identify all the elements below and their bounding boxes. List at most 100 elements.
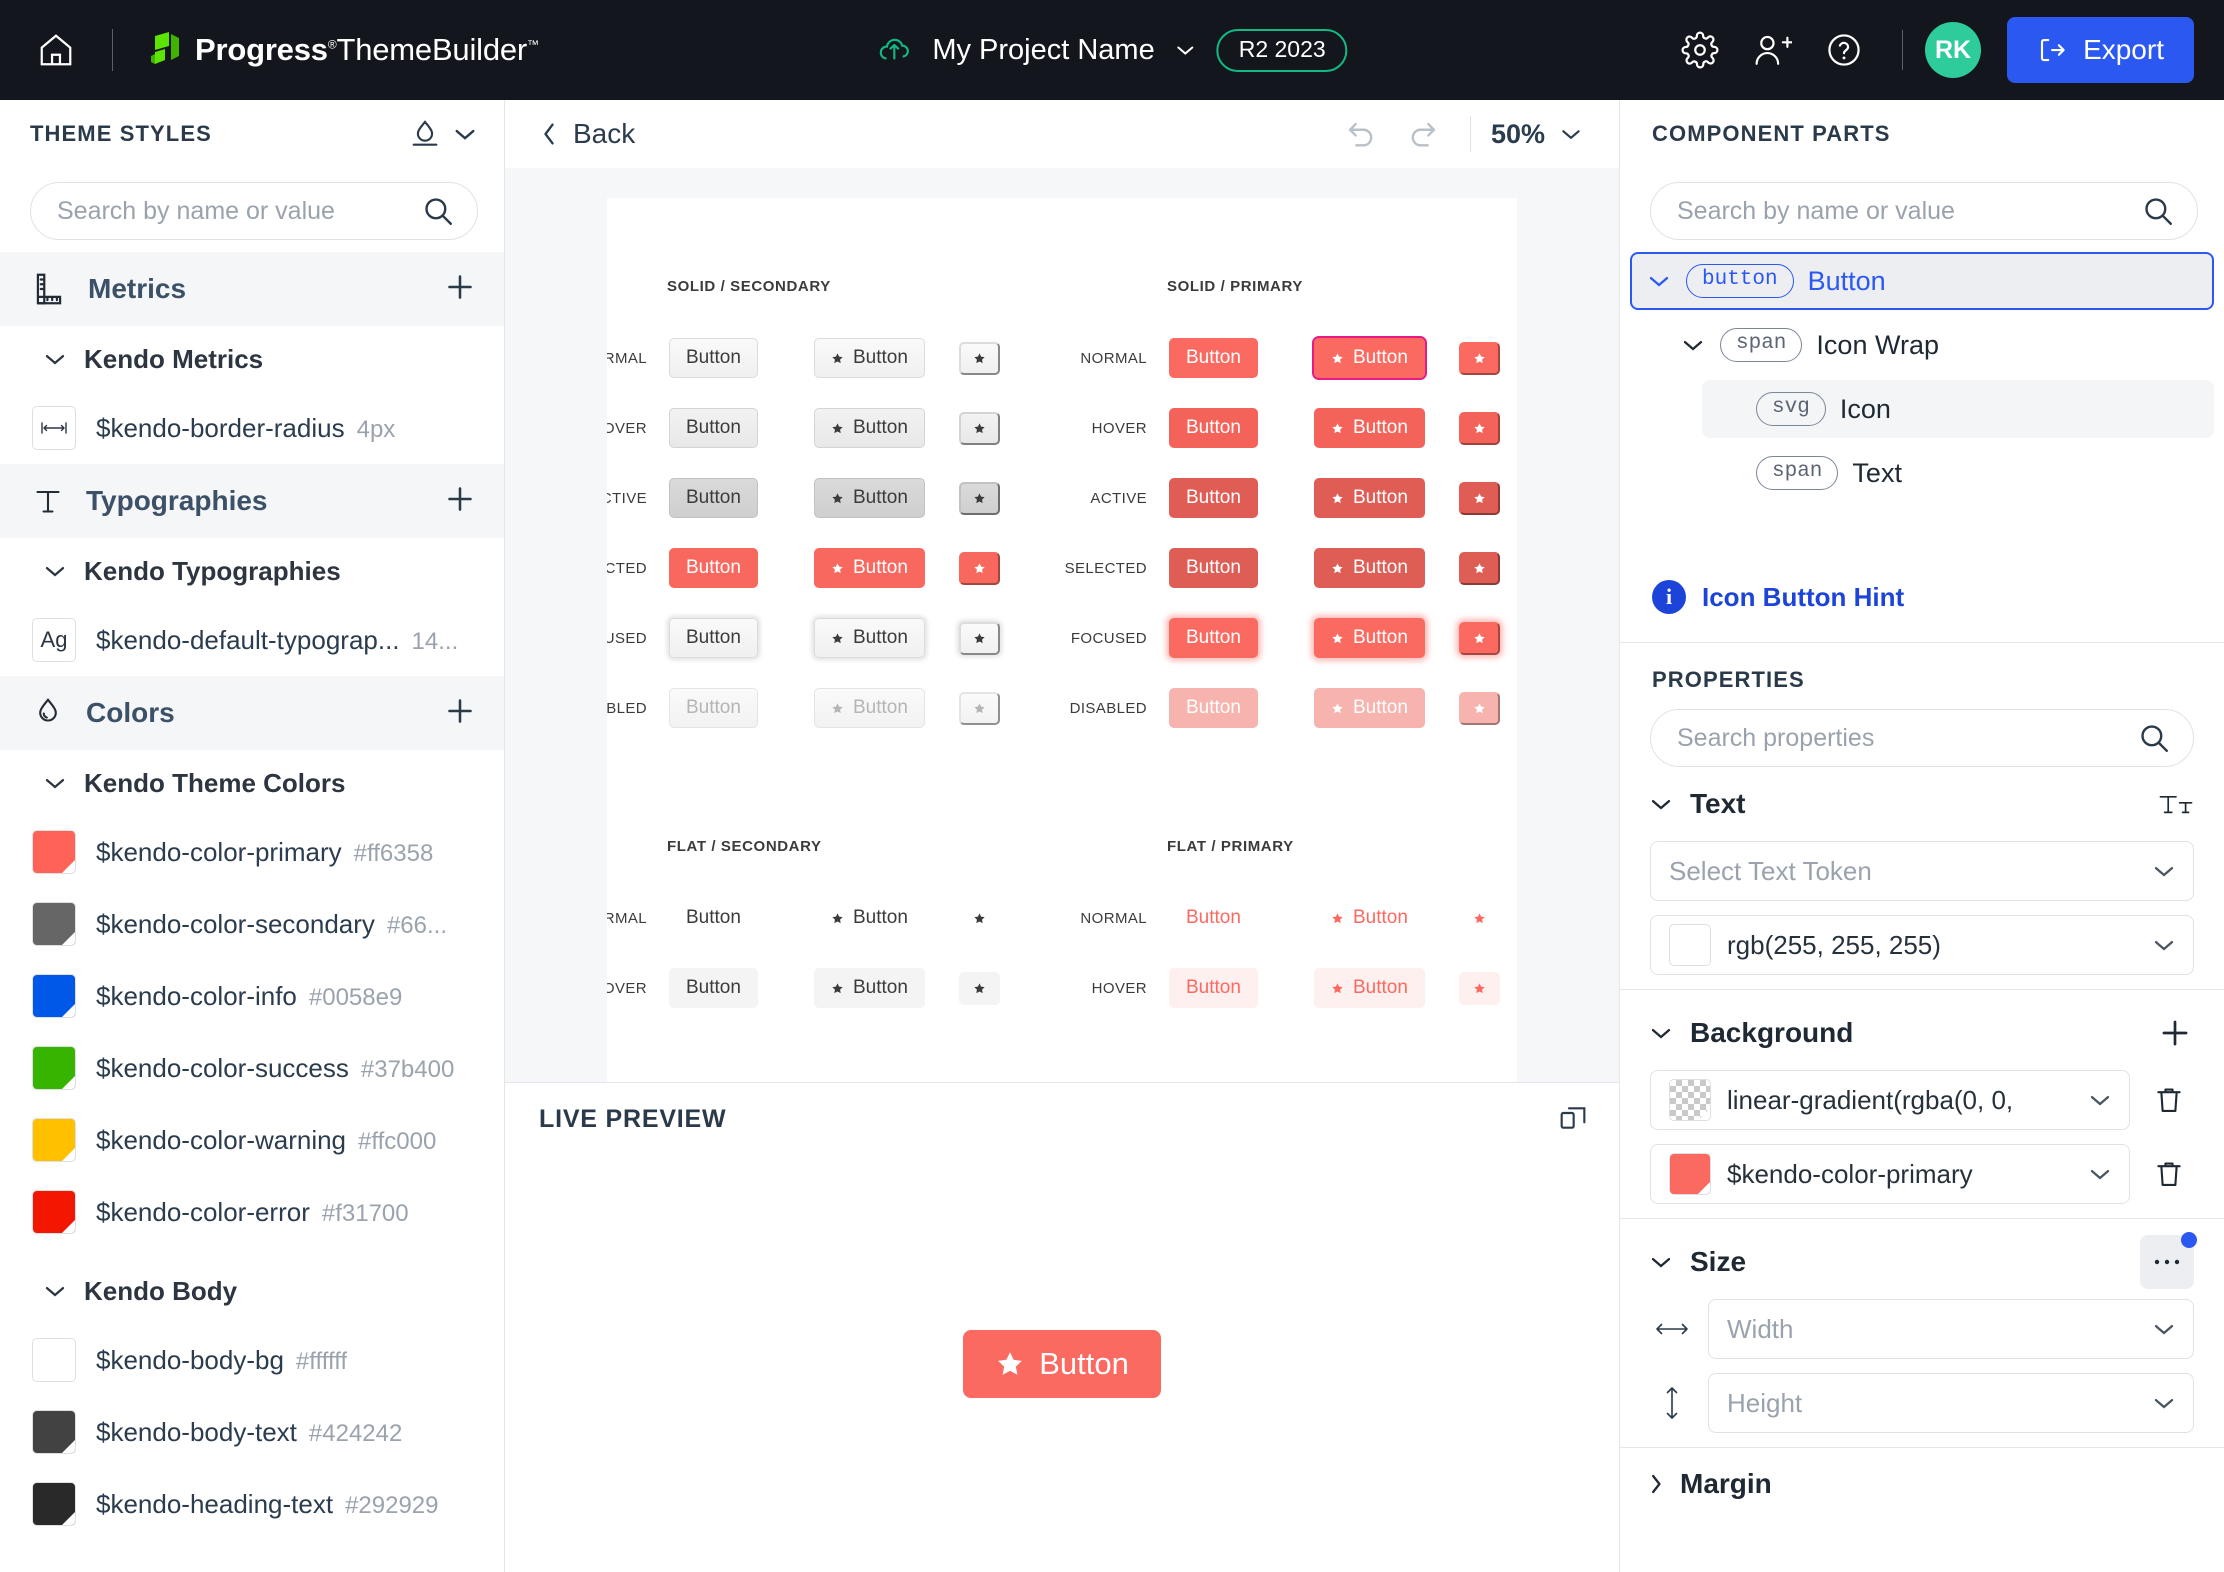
- token-row[interactable]: $kendo-border-radius 4px: [0, 392, 504, 464]
- preview-button[interactable]: Button: [669, 618, 758, 658]
- project-selector[interactable]: My Project Name R2 2023: [876, 28, 1348, 72]
- chevron-down-icon[interactable]: [1646, 273, 1672, 289]
- preview-button[interactable]: [1459, 691, 1500, 725]
- preview-button[interactable]: Button: [814, 688, 925, 728]
- preview-button[interactable]: Button: [814, 548, 925, 588]
- preview-button[interactable]: [959, 481, 1000, 515]
- preview-button[interactable]: Button: [1314, 898, 1425, 938]
- group-kendo-body[interactable]: Kendo Body: [0, 1258, 504, 1324]
- font-size-icon[interactable]: [2158, 789, 2194, 819]
- token-row[interactable]: $kendo-color-secondary #66...: [0, 888, 504, 960]
- category-typographies[interactable]: Typographies: [0, 464, 504, 538]
- preview-button[interactable]: Button: [1314, 408, 1425, 448]
- preview-button[interactable]: Button: [1169, 408, 1258, 448]
- tree-node-icon-wrap[interactable]: span Icon Wrap: [1666, 316, 2214, 374]
- token-row[interactable]: Ag $kendo-default-typograp... 14...: [0, 604, 504, 676]
- preview-button[interactable]: [1459, 971, 1500, 1005]
- palette-droplet-icon[interactable]: [408, 117, 442, 151]
- preview-button[interactable]: Button: [1314, 618, 1425, 658]
- canvas-scroll-area[interactable]: SOLID / SECONDARYNORMALButtonButtonHOVER…: [505, 168, 1619, 1082]
- zoom-select[interactable]: 50%: [1491, 119, 1589, 150]
- tree-node-button[interactable]: button Button: [1630, 252, 2214, 310]
- size-section-header[interactable]: Size: [1620, 1225, 2224, 1299]
- preview-button[interactable]: [1459, 481, 1500, 515]
- add-background-button[interactable]: [2156, 1014, 2194, 1052]
- export-button[interactable]: Export: [2007, 17, 2194, 83]
- background-section-header[interactable]: Background: [1620, 996, 2224, 1070]
- preview-button[interactable]: [959, 621, 1000, 655]
- tree-node-icon[interactable]: svg Icon: [1702, 380, 2214, 438]
- color-swatch[interactable]: [32, 830, 76, 874]
- preview-button[interactable]: [959, 411, 1000, 445]
- ellipsis-icon[interactable]: [2140, 1232, 2197, 1289]
- undo-icon[interactable]: [1334, 108, 1390, 160]
- preview-button[interactable]: [1459, 902, 1500, 935]
- category-metrics[interactable]: Metrics: [0, 252, 504, 326]
- search-input[interactable]: [57, 196, 421, 226]
- preview-button[interactable]: Button: [1169, 618, 1258, 658]
- chevron-down-icon[interactable]: [452, 125, 478, 143]
- color-swatch[interactable]: [32, 974, 76, 1018]
- tree-node-text[interactable]: span Text: [1702, 444, 2214, 502]
- background-gradient-select[interactable]: linear-gradient(rgba(0, 0,: [1650, 1070, 2130, 1130]
- color-swatch[interactable]: [32, 1046, 76, 1090]
- text-color-select[interactable]: rgb(255, 255, 255): [1650, 915, 2194, 975]
- preview-button[interactable]: Button: [669, 478, 758, 518]
- preview-button[interactable]: Button: [814, 618, 925, 658]
- preview-button[interactable]: Button: [1169, 478, 1258, 518]
- width-input[interactable]: Width: [1708, 1299, 2194, 1359]
- preview-button[interactable]: Button: [1314, 968, 1425, 1008]
- preview-button[interactable]: Button: [1312, 336, 1427, 380]
- search-icon[interactable]: [2141, 194, 2175, 228]
- preview-button[interactable]: Button: [814, 408, 925, 448]
- group-kendo-metrics[interactable]: Kendo Metrics: [0, 326, 504, 392]
- preview-button[interactable]: Button: [1169, 968, 1258, 1008]
- preview-button[interactable]: Button: [669, 338, 758, 378]
- search-input[interactable]: [1677, 196, 2141, 226]
- preview-button[interactable]: Button: [669, 968, 758, 1008]
- preview-button[interactable]: Button: [1169, 338, 1258, 378]
- token-row[interactable]: $kendo-color-primary #ff6358: [0, 816, 504, 888]
- category-colors[interactable]: Colors: [0, 676, 504, 750]
- text-section-header[interactable]: Text: [1620, 767, 2224, 841]
- redo-icon[interactable]: [1394, 108, 1450, 160]
- margin-section-header[interactable]: Margin: [1620, 1454, 2224, 1514]
- group-kendo-typographies[interactable]: Kendo Typographies: [0, 538, 504, 604]
- preview-button[interactable]: [959, 691, 1000, 725]
- add-metric-button[interactable]: [442, 269, 478, 310]
- trash-icon[interactable]: [2144, 1157, 2194, 1191]
- preview-button[interactable]: [959, 341, 1000, 375]
- preview-button[interactable]: Button: [1314, 548, 1425, 588]
- preview-button[interactable]: Button: [669, 408, 758, 448]
- height-input[interactable]: Height: [1708, 1373, 2194, 1433]
- color-swatch[interactable]: [32, 902, 76, 946]
- add-typography-button[interactable]: [442, 481, 478, 522]
- component-parts-search[interactable]: [1650, 182, 2198, 240]
- preview-button[interactable]: Button: [814, 968, 925, 1008]
- preview-button[interactable]: Button: [1169, 898, 1258, 938]
- search-icon[interactable]: [421, 194, 455, 228]
- open-in-new-icon[interactable]: [1557, 1101, 1589, 1138]
- search-icon[interactable]: [2137, 721, 2171, 755]
- chevron-down-icon[interactable]: [1680, 337, 1706, 353]
- preview-button[interactable]: Button: [669, 688, 758, 728]
- theme-styles-search[interactable]: [30, 182, 478, 240]
- group-kendo-theme-colors[interactable]: Kendo Theme Colors: [0, 750, 504, 816]
- token-row[interactable]: $kendo-heading-text #292929: [0, 1468, 504, 1540]
- preview-button[interactable]: Button: [1314, 478, 1425, 518]
- background-color-select[interactable]: $kendo-color-primary: [1650, 1144, 2130, 1204]
- preview-button[interactable]: [1459, 551, 1500, 585]
- preview-button[interactable]: Button: [669, 548, 758, 588]
- home-icon[interactable]: [34, 28, 78, 72]
- color-swatch[interactable]: [32, 1118, 76, 1162]
- help-icon[interactable]: [1808, 20, 1880, 80]
- back-button[interactable]: Back: [539, 118, 635, 150]
- preview-button[interactable]: [959, 551, 1000, 585]
- brand-logo[interactable]: Progress®ThemeBuilder™: [147, 30, 539, 70]
- token-row[interactable]: $kendo-color-warning #ffc000: [0, 1104, 504, 1176]
- token-row[interactable]: $kendo-color-success #37b400: [0, 1032, 504, 1104]
- token-row[interactable]: $kendo-body-bg #ffffff: [0, 1324, 504, 1396]
- color-swatch[interactable]: [32, 1482, 76, 1526]
- color-swatch[interactable]: [32, 1338, 76, 1382]
- icon-button-hint[interactable]: i Icon Button Hint: [1620, 552, 2224, 642]
